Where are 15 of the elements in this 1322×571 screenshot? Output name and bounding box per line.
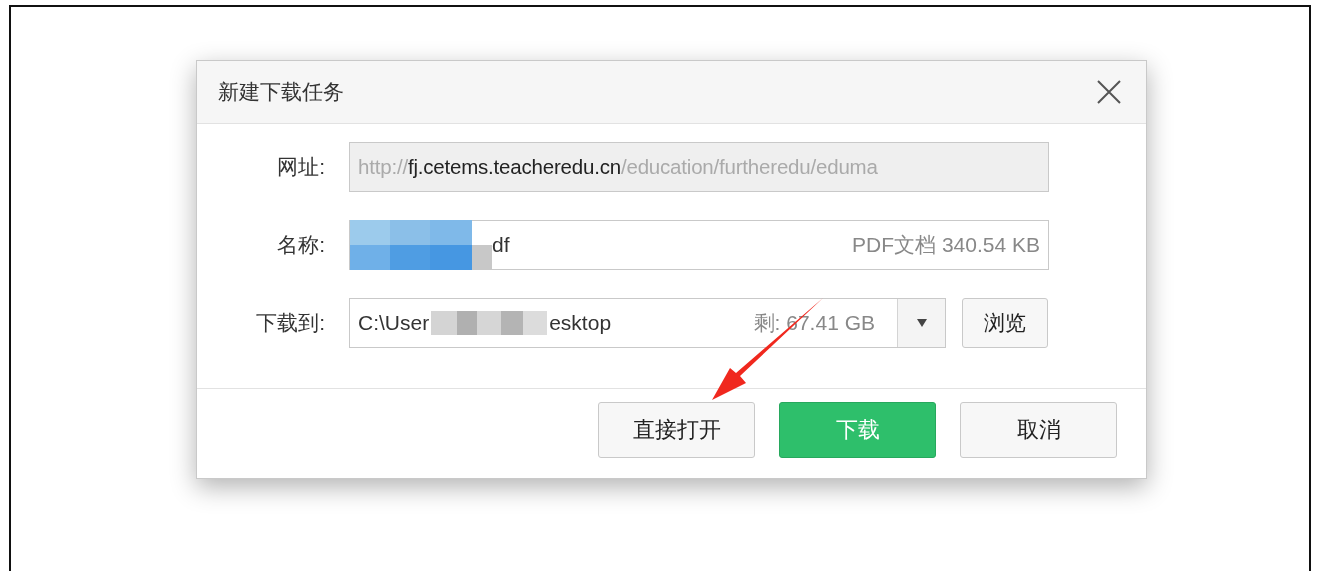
path-end: esktop [549,311,612,335]
name-field[interactable]: df PDF文档 340.54 KB [349,220,1049,270]
browse-button[interactable]: 浏览 [962,298,1048,348]
dialog-button[interactable]: 直接打开 [598,402,755,458]
dialog-button[interactable]: 取消 [960,402,1117,458]
file-info: PDF文档 340.54 KB [852,232,1040,258]
url-text: http://fj.cetems.teacheredu.cn/education/furtheredu/eduma [358,155,878,179]
close-icon[interactable] [1096,79,1122,105]
caret-icon [916,319,927,327]
dialog-title: 新建下载任务 [218,79,344,105]
field-label: 网址: [276,154,326,180]
field-label: 名称: [276,232,326,258]
field-label: 下载到: [255,310,326,336]
path-start: C:\User [358,311,430,335]
file-name: df [492,233,510,257]
